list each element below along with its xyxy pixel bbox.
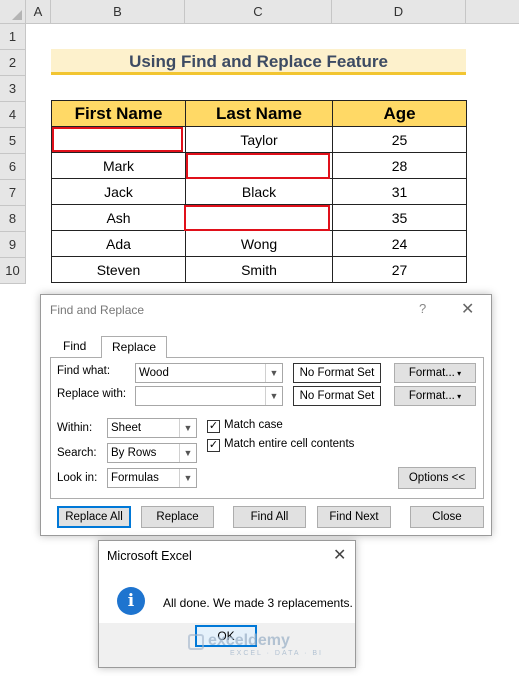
row-header-8[interactable]: 8 — [0, 206, 26, 232]
search-label: Search: — [57, 447, 97, 459]
match-case-checkbox[interactable]: ✓ — [207, 420, 220, 433]
row-header-10[interactable]: 10 — [0, 258, 26, 284]
look-in-select[interactable]: Formulas ▼ — [107, 468, 197, 488]
row-header-3[interactable]: 3 — [0, 76, 26, 102]
watermark: exceldemy EXCEL · DATA · BI — [208, 632, 323, 657]
cell-last-name[interactable]: Taylor — [185, 126, 333, 153]
options-button[interactable]: Options << — [398, 467, 476, 489]
help-icon[interactable]: ? — [419, 301, 426, 316]
close-icon[interactable]: ✕ — [461, 299, 474, 319]
sheet-title: Using Find and Replace Feature — [51, 49, 466, 75]
chevron-down-icon[interactable]: ▼ — [179, 469, 196, 487]
find-format-label: Format... — [408, 367, 455, 379]
tab-find[interactable]: Find — [53, 336, 96, 358]
chevron-down-icon[interactable]: ▼ — [179, 444, 196, 462]
header-age[interactable]: Age — [332, 100, 467, 127]
chevron-down-icon[interactable]: ▼ — [265, 387, 282, 405]
cell-age[interactable]: 35 — [332, 204, 467, 231]
find-what-label: Find what: — [57, 365, 111, 377]
header-first-name[interactable]: First Name — [51, 100, 186, 127]
replace-format-button[interactable]: Format... ▾ — [394, 386, 476, 406]
row-header-5[interactable]: 5 — [0, 128, 26, 154]
table-row: Jack Black 31 — [51, 178, 467, 205]
search-value: By Rows — [111, 447, 157, 459]
find-format-button[interactable]: Format... ▾ — [394, 363, 476, 383]
look-in-value: Formulas — [111, 472, 159, 484]
highlight-box — [52, 127, 183, 152]
replace-panel: Find what: Wood ▼ No Format Set Format..… — [50, 357, 484, 499]
cell-first-name[interactable]: Mark — [51, 152, 186, 179]
chevron-down-icon: ▾ — [454, 392, 462, 401]
row-header-4[interactable]: 4 — [0, 102, 26, 128]
within-label: Within: — [57, 422, 93, 434]
replace-format-label: Format... — [408, 390, 455, 402]
cell-age[interactable]: 31 — [332, 178, 467, 205]
table-row: Ada Wong 24 — [51, 230, 467, 257]
find-what-input[interactable]: Wood ▼ — [135, 363, 283, 383]
cell-first-name[interactable]: Jack — [51, 178, 186, 205]
watermark-tagline: EXCEL · DATA · BI — [230, 650, 323, 657]
message-title: Microsoft Excel — [107, 549, 192, 563]
cell-age[interactable]: 27 — [332, 256, 467, 283]
search-select[interactable]: By Rows ▼ — [107, 443, 197, 463]
chevron-down-icon[interactable]: ▼ — [179, 419, 196, 437]
column-header-a[interactable]: A — [26, 0, 51, 24]
table-header-row: First Name Last Name Age — [51, 100, 467, 127]
cell-last-name[interactable]: Wong — [185, 230, 333, 257]
match-entire-checkbox[interactable]: ✓ — [207, 439, 220, 452]
find-all-button[interactable]: Find All — [233, 506, 306, 528]
find-what-value: Wood — [139, 367, 169, 379]
close-button[interactable]: Close — [410, 506, 484, 528]
highlight-box — [184, 205, 330, 231]
info-icon: i — [117, 587, 145, 615]
chevron-down-icon[interactable]: ▼ — [265, 364, 282, 382]
replace-all-button[interactable]: Replace All — [57, 506, 131, 528]
column-header-d[interactable]: D — [332, 0, 466, 24]
highlight-box — [186, 153, 330, 179]
column-header-c[interactable]: C — [185, 0, 332, 24]
table-row: Steven Smith 27 — [51, 256, 467, 283]
replace-format-preview: No Format Set — [293, 386, 381, 406]
watermark-name: exceldemy — [208, 632, 290, 649]
row-header-9[interactable]: 9 — [0, 232, 26, 258]
cell-last-name[interactable]: Smith — [185, 256, 333, 283]
spreadsheet: A B C D 1 2 3 4 5 6 7 8 9 10 Using Find … — [0, 0, 519, 290]
find-replace-dialog: Find and Replace ? ✕ Find Replace Find w… — [40, 294, 492, 536]
replace-with-label: Replace with: — [57, 388, 127, 400]
cell-last-name[interactable]: Black — [185, 178, 333, 205]
row-header-2[interactable]: 2 — [0, 50, 26, 76]
look-in-label: Look in: — [57, 472, 98, 484]
cell-first-name[interactable]: Ash — [51, 204, 186, 231]
row-header-6[interactable]: 6 — [0, 154, 26, 180]
cell-first-name[interactable]: Steven — [51, 256, 186, 283]
dialog-title: Find and Replace — [50, 303, 145, 317]
column-header-blank — [466, 0, 519, 24]
cell-first-name[interactable]: Ada — [51, 230, 186, 257]
tab-replace[interactable]: Replace — [101, 336, 168, 358]
row-header-1[interactable]: 1 — [0, 24, 26, 50]
cell-age[interactable]: 24 — [332, 230, 467, 257]
find-next-button[interactable]: Find Next — [317, 506, 391, 528]
header-last-name[interactable]: Last Name — [185, 100, 333, 127]
chevron-down-icon: ▾ — [454, 369, 462, 378]
match-case-label: Match case — [224, 419, 283, 431]
close-icon[interactable]: ✕ — [333, 545, 346, 565]
replace-with-input[interactable]: ▼ — [135, 386, 283, 406]
find-format-preview: No Format Set — [293, 363, 381, 383]
cell-age[interactable]: 25 — [332, 126, 467, 153]
row-header-7[interactable]: 7 — [0, 180, 26, 206]
cell-age[interactable]: 28 — [332, 152, 467, 179]
within-select[interactable]: Sheet ▼ — [107, 418, 197, 438]
within-value: Sheet — [111, 422, 142, 434]
replace-button[interactable]: Replace — [141, 506, 214, 528]
column-header-b[interactable]: B — [51, 0, 185, 24]
watermark-logo-icon — [188, 634, 204, 650]
message-text: All done. We made 3 replacements. — [163, 596, 353, 610]
match-entire-label: Match entire cell contents — [224, 438, 355, 450]
select-all-corner[interactable] — [0, 0, 26, 24]
